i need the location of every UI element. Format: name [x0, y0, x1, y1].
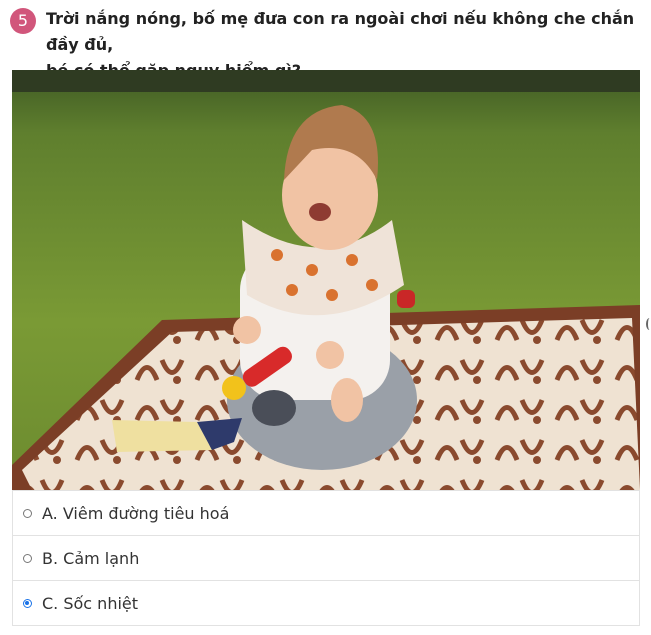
option-b[interactable]: B. Cảm lạnh [12, 536, 640, 581]
radio-a[interactable] [23, 508, 32, 518]
option-a[interactable]: A. Viêm đường tiêu hoá [12, 490, 640, 536]
edge-bracket-icon [646, 318, 651, 330]
option-a-label: A. Viêm đường tiêu hoá [42, 503, 230, 523]
option-c-label: C. Sốc nhiệt [42, 593, 139, 613]
question-number-badge: 5 [10, 8, 36, 34]
option-b-label: B. Cảm lạnh [42, 548, 140, 568]
question-text-line-1: Trời nắng nóng, bố mẹ đưa con ra ngoài c… [46, 9, 635, 54]
radio-c[interactable] [23, 598, 32, 608]
answer-options: A. Viêm đường tiêu hoá B. Cảm lạnh C. Số… [12, 490, 640, 626]
question-photo [12, 70, 640, 490]
option-c[interactable]: C. Sốc nhiệt [12, 581, 640, 626]
radio-b[interactable] [23, 553, 32, 563]
